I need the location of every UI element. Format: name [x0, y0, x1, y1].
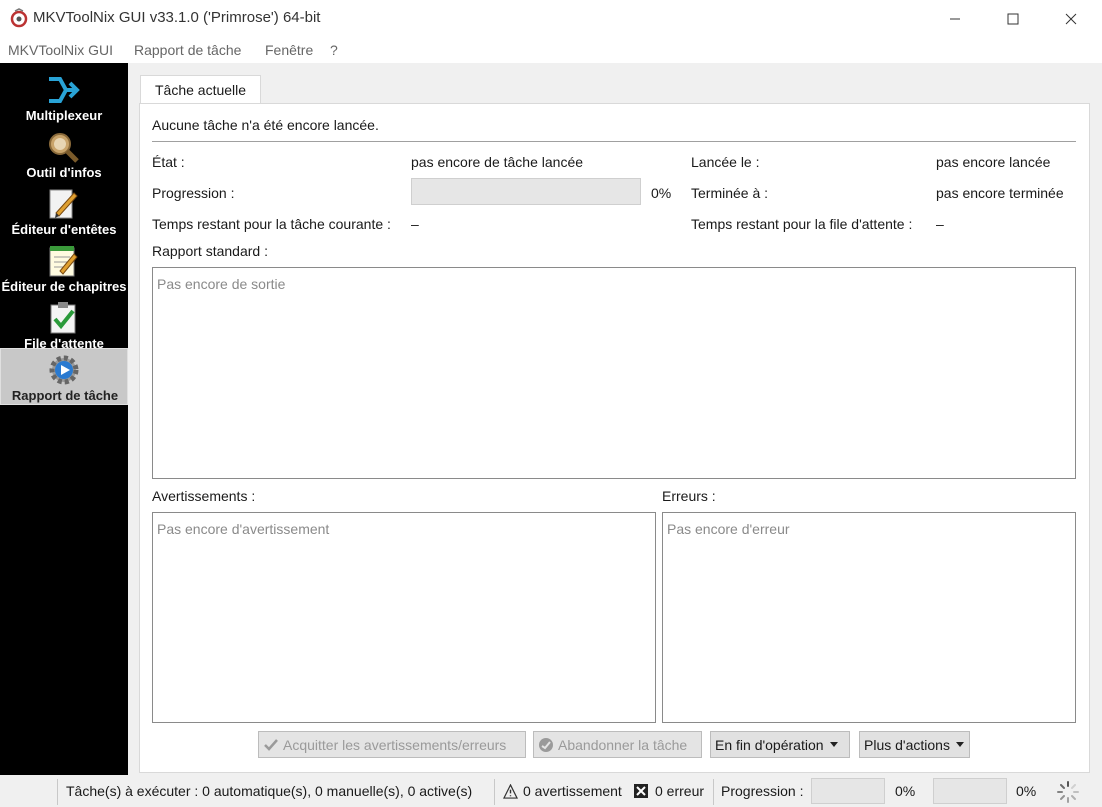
- sidebar-item-job-queue[interactable]: File d'attente: [0, 297, 128, 354]
- divider: [152, 141, 1076, 142]
- menu-window[interactable]: Fenêtre: [265, 42, 313, 58]
- sidebar-item-chapter-editor[interactable]: Éditeur de chapitres: [0, 240, 128, 297]
- no-job-text: Aucune tâche n'a été encore lancée.: [152, 117, 379, 133]
- merge-arrows-icon: [49, 77, 80, 103]
- status-bar: Tâche(s) à exécuter : 0 automatique(s), …: [0, 775, 1102, 807]
- progress-bar: [411, 178, 641, 205]
- spinner-icon: [1057, 781, 1079, 803]
- chevron-down-icon: [955, 742, 964, 747]
- sidebar-item-multiplexer[interactable]: Multiplexeur: [0, 69, 128, 126]
- sidebar-item-label: Éditeur d'entêtes: [11, 222, 117, 237]
- more-actions-label: Plus d'actions: [864, 736, 950, 753]
- window-title: MKVToolNix GUI v33.1.0 ('Primrose') 64-b…: [33, 9, 321, 26]
- finished-label: Terminée à :: [691, 185, 769, 201]
- jobs-to-run-text: Tâche(s) à exécuter : 0 automatique(s), …: [66, 783, 473, 799]
- close-icon[interactable]: [1048, 0, 1094, 37]
- menu-mkvtoolnix-gui[interactable]: MKVToolNix GUI: [8, 42, 113, 58]
- started-label: Lancée le :: [691, 154, 760, 170]
- magnifier-icon: [49, 133, 79, 163]
- sidebar-item-label: Rapport de tâche: [11, 388, 119, 403]
- menu-job-output[interactable]: Rapport de tâche: [134, 42, 241, 58]
- sidebar-item-label: Éditeur de chapitres: [1, 279, 127, 294]
- status-separator: [57, 779, 58, 805]
- menu-bar: MKVToolNix GUI Rapport de tâche Fenêtre …: [0, 37, 1102, 63]
- state-label: État :: [152, 154, 185, 170]
- total-progress-bar: [933, 778, 1007, 804]
- warning-icon: [503, 784, 518, 799]
- total-progress-percent: 0%: [1016, 783, 1037, 799]
- gear-play-icon: [49, 355, 79, 385]
- sidebar-item-label: Multiplexeur: [25, 108, 103, 123]
- sidebar-item-job-output[interactable]: Rapport de tâche: [0, 348, 128, 405]
- checklist-icon: [50, 302, 76, 334]
- errors-box[interactable]: Pas encore d'erreur: [662, 512, 1076, 723]
- progress-label: Progression :: [152, 185, 235, 201]
- checkmark-icon: [264, 738, 278, 751]
- finished-value: pas encore terminée: [936, 185, 1064, 201]
- standard-output-placeholder: Pas encore de sortie: [157, 276, 286, 292]
- current-progress-percent: 0%: [895, 783, 916, 799]
- title-bar: MKVToolNix GUI v33.1.0 ('Primrose') 64-b…: [0, 0, 1102, 37]
- on-finish-dropdown[interactable]: En fin d'opération: [710, 731, 850, 758]
- chevron-down-icon: [829, 742, 838, 747]
- maximize-icon[interactable]: [990, 0, 1036, 37]
- status-separator: [713, 779, 714, 805]
- warnings-count: 0 avertissement: [523, 783, 622, 799]
- warnings-label: Avertissements :: [152, 488, 256, 504]
- minimize-icon[interactable]: [932, 0, 978, 37]
- remaining-current-value: –: [411, 216, 419, 232]
- on-finish-label: En fin d'opération: [715, 736, 824, 753]
- standard-output-label: Rapport standard :: [152, 243, 268, 259]
- errors-placeholder: Pas encore d'erreur: [667, 521, 790, 537]
- status-progress-label: Progression :: [721, 783, 804, 799]
- pencil-icon: [49, 189, 78, 219]
- remaining-current-label: Temps restant pour la tâche courante :: [152, 216, 391, 232]
- remaining-queue-label: Temps restant pour la file d'attente :: [691, 216, 913, 232]
- started-value: pas encore lancée: [936, 154, 1051, 170]
- abort-job-button[interactable]: Abandonner la tâche: [533, 731, 702, 758]
- sidebar: Multiplexeur Outil d'infos Éditeur d'ent…: [0, 63, 128, 775]
- tab-current-job[interactable]: Tâche actuelle: [140, 75, 261, 104]
- sidebar-item-header-editor[interactable]: Éditeur d'entêtes: [0, 183, 128, 240]
- mkvtoolnix-logo-icon: [10, 8, 28, 28]
- warnings-placeholder: Pas encore d'avertissement: [157, 521, 330, 537]
- errors-count: 0 erreur: [655, 783, 705, 799]
- acknowledge-warnings-button[interactable]: Acquitter les avertissements/erreurs: [258, 731, 526, 758]
- more-actions-dropdown[interactable]: Plus d'actions: [859, 731, 970, 758]
- sidebar-item-info-tool[interactable]: Outil d'infos: [0, 126, 128, 183]
- standard-output-box[interactable]: Pas encore de sortie: [152, 267, 1076, 479]
- notepad-icon: [49, 246, 78, 277]
- current-progress-bar: [811, 778, 885, 804]
- status-separator: [494, 779, 495, 805]
- remaining-queue-value: –: [936, 216, 944, 232]
- state-value: pas encore de tâche lancée: [411, 154, 584, 170]
- sidebar-item-label: Outil d'infos: [26, 165, 102, 180]
- abort-label: Abandonner la tâche: [558, 736, 688, 753]
- stop-icon: [539, 737, 553, 752]
- menu-help[interactable]: ?: [330, 42, 338, 58]
- warnings-box[interactable]: Pas encore d'avertissement: [152, 512, 656, 723]
- errors-label: Erreurs :: [662, 488, 716, 504]
- error-icon: [634, 784, 648, 798]
- acknowledge-label: Acquitter les avertissements/erreurs: [283, 736, 507, 753]
- progress-percent: 0%: [651, 185, 672, 201]
